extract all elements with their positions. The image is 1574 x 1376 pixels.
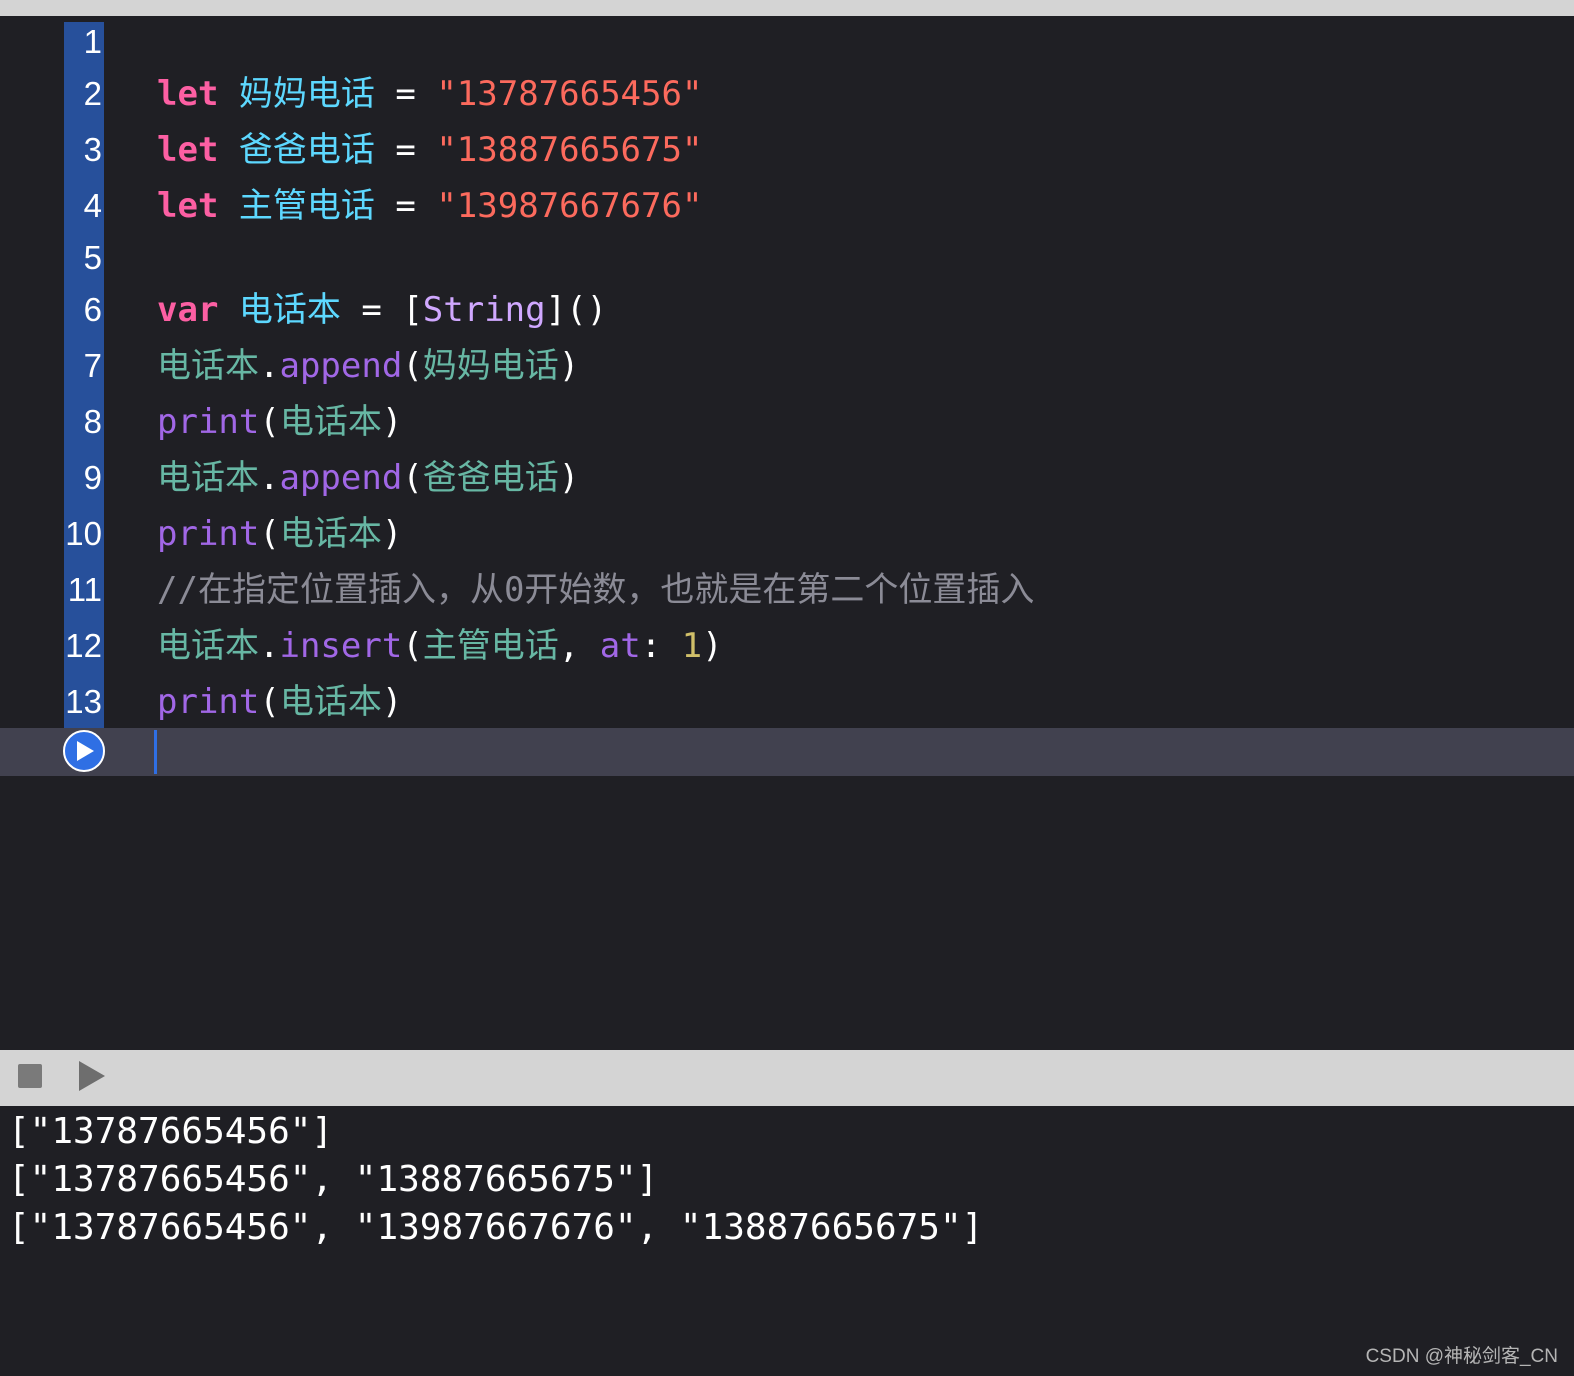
stop-icon[interactable] (18, 1064, 42, 1088)
number-literal: 1 (681, 626, 703, 666)
operator: = [ (340, 290, 423, 330)
line-number[interactable]: 7 (64, 346, 102, 386)
punctuation: ) (702, 626, 723, 666)
variable: 电话本 (157, 626, 259, 666)
punctuation: . (259, 458, 280, 498)
operator: = (374, 186, 437, 226)
punctuation: ( (402, 458, 423, 498)
code-line-10[interactable]: print(电话本) (157, 514, 402, 554)
current-line-highlight (0, 728, 1574, 776)
punctuation: ( (259, 682, 280, 722)
method-name: append (279, 458, 403, 498)
code-line-8[interactable]: print(电话本) (157, 402, 402, 442)
variable: 爸爸电话 (422, 458, 559, 498)
punctuation: , (558, 626, 600, 666)
code-line-12[interactable]: 电话本.insert(主管电话, at: 1) (157, 626, 723, 666)
code-line-3[interactable]: let 爸爸电话 = "13887665675" (157, 130, 702, 170)
method-name: append (279, 346, 403, 386)
line-number[interactable]: 12 (64, 626, 102, 666)
variable: 电话本 (279, 682, 382, 722)
string-literal: "13787665456" (436, 74, 703, 114)
identifier: 主管电话 (238, 186, 375, 226)
line-number[interactable]: 1 (64, 22, 102, 62)
console-line: ["13787665456", "13887665675"] (8, 1159, 659, 1200)
punctuation: ( (402, 346, 423, 386)
keyword: let (157, 130, 219, 170)
function-name: print (157, 402, 260, 442)
punctuation: . (259, 626, 280, 666)
argument-label: at (599, 626, 641, 666)
line-number[interactable]: 6 (64, 290, 102, 330)
function-name: print (157, 514, 260, 554)
line-number[interactable]: 11 (64, 570, 102, 610)
watermark: CSDN @神秘剑客_CN (1365, 1346, 1558, 1367)
line-number[interactable]: 4 (64, 186, 102, 226)
keyword: let (157, 74, 219, 114)
type-name: String (422, 290, 546, 330)
code-line-13[interactable]: print(电话本) (157, 682, 402, 722)
line-number[interactable]: 2 (64, 74, 102, 114)
variable: 电话本 (157, 458, 259, 498)
play-circle-icon[interactable] (63, 730, 105, 772)
line-number[interactable]: 13 (64, 682, 102, 722)
line-number[interactable]: 8 (64, 402, 102, 442)
identifier: 妈妈电话 (238, 74, 375, 114)
variable: 电话本 (279, 514, 382, 554)
variable: 电话本 (279, 402, 382, 442)
punctuation: ( (259, 514, 280, 554)
code-line-11[interactable]: //在指定位置插入，从0开始数，也就是在第二个位置插入 (157, 570, 1034, 610)
punctuation: ]() (545, 290, 608, 330)
console-line: ["13787665456", "13987667676", "13887665… (8, 1207, 984, 1248)
punctuation: ) (558, 346, 580, 386)
code-line-6[interactable]: var 电话本 = [String]() (157, 290, 607, 330)
code-line-7[interactable]: 电话本.append(妈妈电话) (157, 346, 579, 386)
method-name: insert (279, 626, 403, 666)
variable: 电话本 (157, 346, 259, 386)
variable: 妈妈电话 (422, 346, 559, 386)
line-number[interactable]: 10 (64, 514, 102, 554)
console-output[interactable]: ["13787665456"] ["13787665456", "1388766… (0, 1106, 1574, 1376)
line-number[interactable]: 9 (64, 458, 102, 498)
line-number[interactable]: 5 (64, 238, 102, 278)
string-literal: "13987667676" (436, 186, 703, 226)
code-line-4[interactable]: let 主管电话 = "13987667676" (157, 186, 702, 226)
punctuation: : (640, 626, 682, 666)
punctuation: ( (402, 626, 423, 666)
identifier: 爸爸电话 (238, 130, 375, 170)
variable: 主管电话 (422, 626, 559, 666)
punctuation: ) (381, 682, 403, 722)
function-name: print (157, 682, 260, 722)
window-top-strip (0, 0, 1574, 16)
debug-toolbar (0, 1050, 1574, 1106)
code-comment: //在指定位置插入，从0开始数，也就是在第二个位置插入 (157, 570, 1035, 610)
identifier: 电话本 (238, 290, 341, 330)
code-line-9[interactable]: 电话本.append(爸爸电话) (157, 458, 579, 498)
line-number[interactable]: 3 (64, 130, 102, 170)
punctuation: ( (259, 402, 280, 442)
operator: = (374, 74, 437, 114)
console-line: ["13787665456"] (8, 1111, 334, 1152)
code-editor[interactable]: 1 2 3 4 5 6 7 8 9 10 11 12 13 let 妈妈电话 =… (0, 16, 1574, 1050)
operator: = (374, 130, 437, 170)
play-icon[interactable] (78, 1060, 106, 1096)
punctuation: ) (381, 402, 403, 442)
keyword: var (157, 290, 219, 330)
string-literal: "13887665675" (436, 130, 703, 170)
punctuation: . (259, 346, 280, 386)
punctuation: ) (558, 458, 580, 498)
keyword: let (157, 186, 219, 226)
code-line-2[interactable]: let 妈妈电话 = "13787665456" (157, 74, 702, 114)
text-cursor (154, 730, 157, 774)
punctuation: ) (381, 514, 403, 554)
